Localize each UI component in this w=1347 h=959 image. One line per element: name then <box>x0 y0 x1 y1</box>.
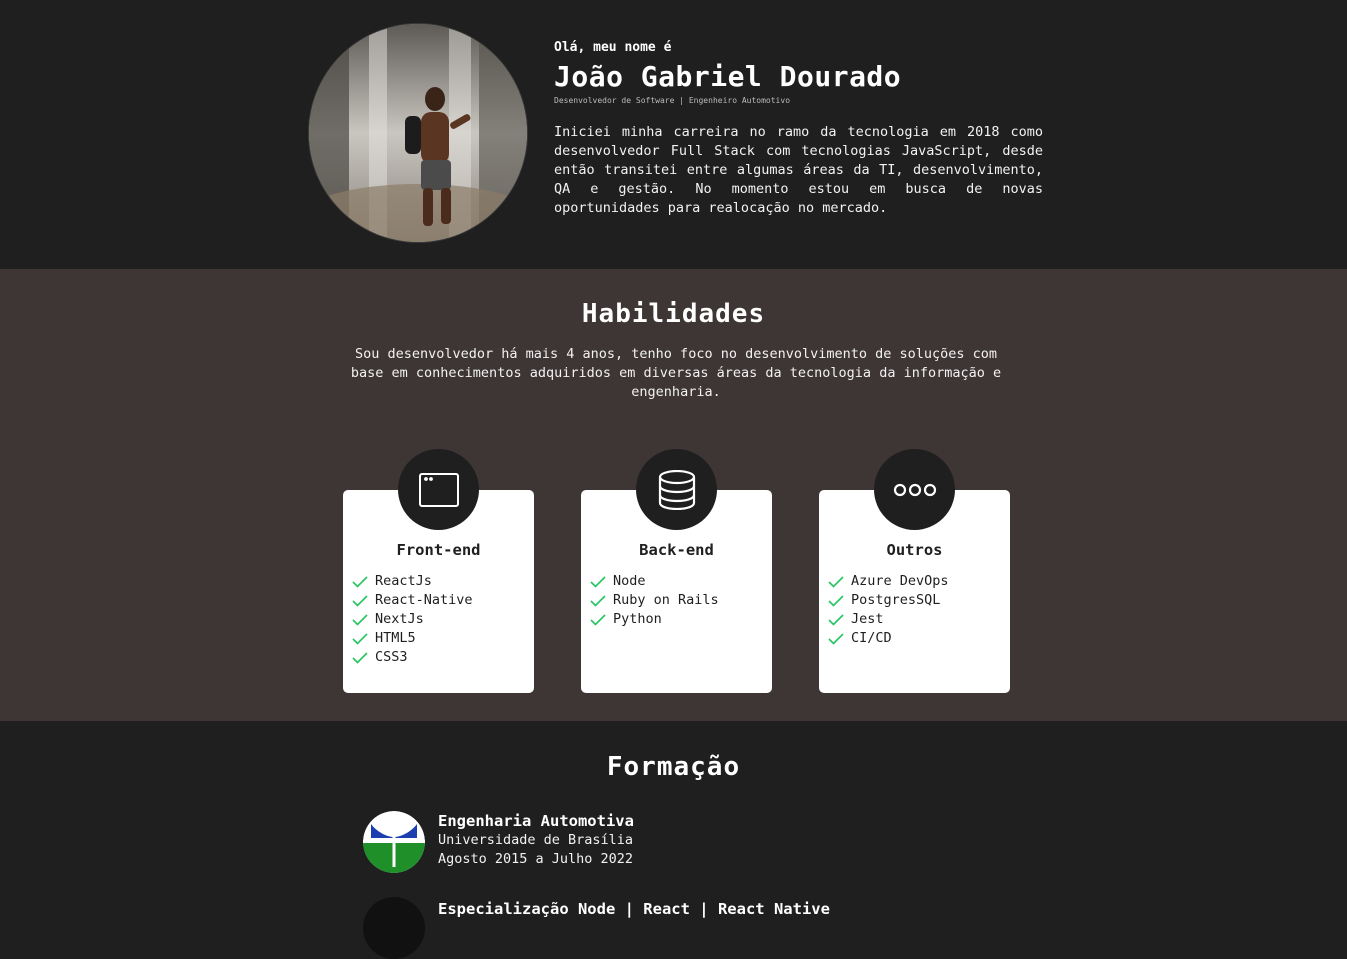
profile-photo <box>309 24 527 242</box>
education-title: Formação <box>606 752 741 782</box>
check-icon <box>828 632 844 645</box>
check-icon <box>352 613 368 626</box>
check-icon <box>828 613 844 626</box>
database-icon <box>636 449 717 530</box>
list-item: Jest <box>828 610 949 629</box>
greeting: Olá, meu nome é <box>554 40 672 55</box>
browser-window-icon <box>398 449 479 530</box>
check-icon <box>590 613 606 626</box>
skill-card-frontend: Front-end ReactJs React-Native NextJs HT… <box>343 449 534 693</box>
list-item: CSS3 <box>352 648 473 667</box>
period: Agosto 2015 a Julho 2022 <box>438 851 634 867</box>
card-title: Outros <box>886 541 943 559</box>
check-icon <box>828 575 844 588</box>
bio-text: Iniciei minha carreira no ramo da tecnol… <box>554 124 1043 216</box>
skills-description: Sou desenvolvedor há mais 4 anos, tenho … <box>350 346 1002 400</box>
list-item: Ruby on Rails <box>590 591 719 610</box>
skill-card-backend: Back-end Node Ruby on Rails Python <box>581 449 772 693</box>
list-item: Azure DevOps <box>828 572 949 591</box>
role-subtitle: Desenvolvedor de Software | Engenheiro A… <box>554 96 791 105</box>
education-item: Engenharia Automotiva Universidade de Br… <box>363 811 634 873</box>
check-icon <box>352 594 368 607</box>
list-item: CI/CD <box>828 629 949 648</box>
skill-list: ReactJs React-Native NextJs HTML5 CSS3 <box>352 572 473 667</box>
course-title: Especialização Node | React | React Nati… <box>438 900 830 918</box>
list-item: ReactJs <box>352 572 473 591</box>
list-item: NextJs <box>352 610 473 629</box>
check-icon <box>590 575 606 588</box>
list-item: HTML5 <box>352 629 473 648</box>
name-heading: João Gabriel Dourado <box>554 60 902 93</box>
list-item: React-Native <box>352 591 473 610</box>
university-logo <box>363 811 425 873</box>
card-title: Back-end <box>639 541 714 559</box>
skills-title: Habilidades <box>581 299 766 329</box>
check-icon <box>828 594 844 607</box>
course-title: Engenharia Automotiva <box>438 812 634 830</box>
check-icon <box>590 594 606 607</box>
skill-card-others: Outros Azure DevOps PostgresSQL Jest CI/… <box>819 449 1010 693</box>
list-item: PostgresSQL <box>828 591 949 610</box>
list-item: Python <box>590 610 719 629</box>
check-icon <box>352 632 368 645</box>
education-item: Especialização Node | React | React Nati… <box>363 897 830 959</box>
hero-section: Olá, meu nome é João Gabriel Dourado Des… <box>0 0 1347 269</box>
check-icon <box>352 651 368 664</box>
course-logo <box>363 897 425 959</box>
institution: Universidade de Brasília <box>438 832 634 848</box>
card-title: Front-end <box>396 541 481 559</box>
check-icon <box>352 575 368 588</box>
list-item: Node <box>590 572 719 591</box>
skill-list: Node Ruby on Rails Python <box>590 572 719 629</box>
intro: Olá, meu nome é João Gabriel Dourado Des… <box>554 40 1043 218</box>
skill-list: Azure DevOps PostgresSQL Jest CI/CD <box>828 572 949 648</box>
dots-icon <box>874 449 955 530</box>
